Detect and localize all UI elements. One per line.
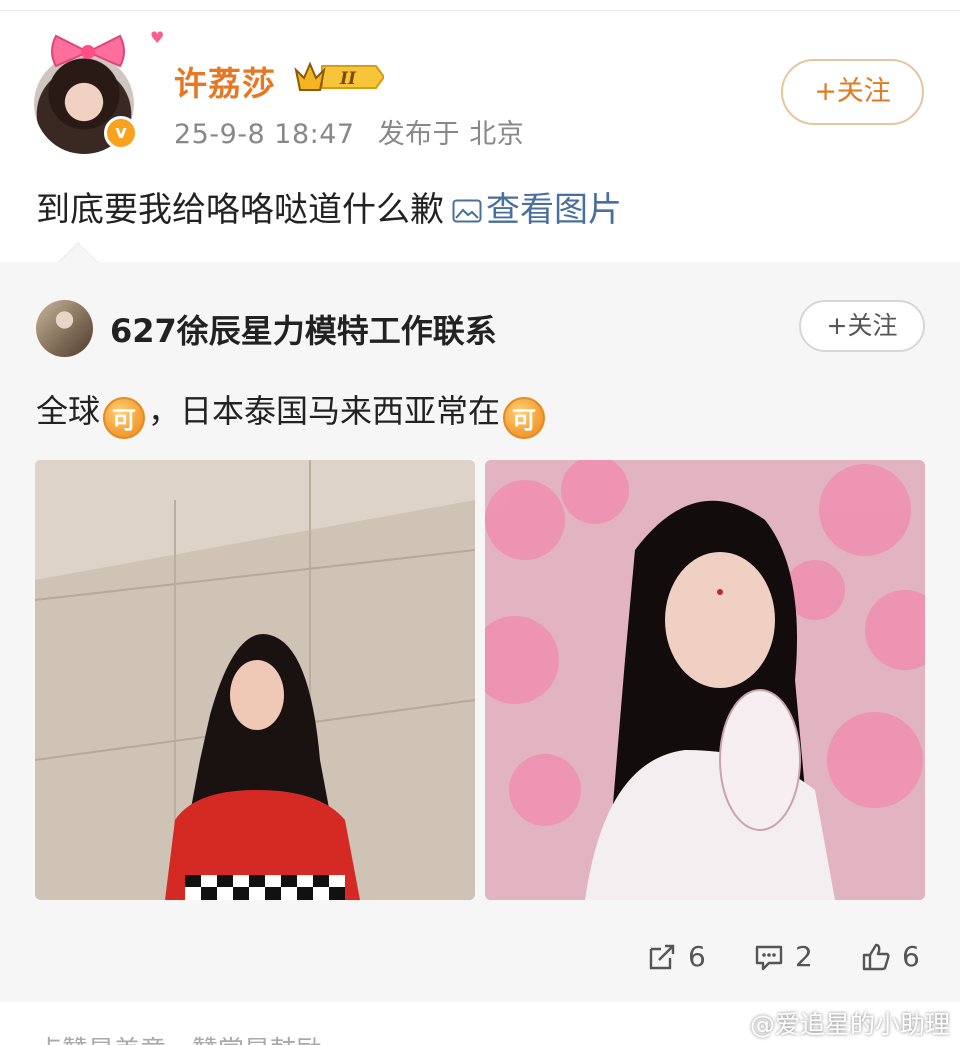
repost-card[interactable]: 627徐辰星力模特工作联系 +关注 全球可，日本泰国马来西亚常在可 6 2 6	[0, 242, 960, 1002]
repost-text-part1: 全球	[36, 392, 101, 430]
view-picture-link[interactable]: 查看图片	[486, 190, 622, 230]
top-divider	[0, 10, 960, 11]
emoji-ke-icon: 可	[503, 397, 546, 439]
footer-text: 点赞是美意，赞赏是鼓励	[36, 1030, 322, 1045]
repost-text-part2: ，日本泰国马来西亚常在	[148, 392, 501, 430]
comment-icon	[755, 945, 783, 970]
watermark: @爱追星的小助理	[712, 1005, 950, 1041]
share-icon	[649, 944, 675, 969]
weibo-logo-icon	[712, 1013, 745, 1037]
emoji-ke-icon: 可	[103, 397, 146, 439]
post-text: 到底要我给咯咯哒道什么歉 查看图片	[36, 182, 622, 231]
thumbs-up-icon	[862, 943, 890, 970]
like-count: 6	[902, 940, 920, 973]
share-action[interactable]: 6	[646, 940, 706, 973]
heart-icon: ♥	[150, 28, 165, 47]
photo-2[interactable]	[485, 460, 925, 900]
repost-notch	[58, 242, 98, 282]
picture-icon[interactable]	[452, 199, 482, 223]
like-action[interactable]: 6	[860, 940, 920, 973]
level-badge-icon: II	[294, 61, 384, 91]
location: 发布于 北京	[377, 119, 525, 150]
verified-badge-icon: v	[104, 116, 138, 150]
photo-1-image	[35, 460, 475, 900]
photo-2-image	[485, 460, 925, 900]
comment-action[interactable]: 2	[753, 940, 813, 973]
comment-count: 2	[795, 940, 813, 973]
watermark-text: @爱追星的小助理	[750, 1010, 951, 1039]
author-name[interactable]: 许荔莎	[174, 57, 276, 105]
follow-button[interactable]: +关注	[781, 59, 924, 125]
post-meta: 25-9-8 18:47 发布于 北京	[174, 112, 524, 151]
level-badge-text: II	[339, 69, 357, 89]
share-count: 6	[688, 940, 706, 973]
timestamp: 25-9-8 18:47	[174, 119, 355, 150]
post-body: 到底要我给咯咯哒道什么歉	[36, 190, 444, 230]
bow-decoration-icon	[51, 34, 125, 68]
photo-1[interactable]	[35, 460, 475, 900]
repost-text: 全球可，日本泰国马来西亚常在可	[36, 386, 548, 439]
repost-follow-button[interactable]: +关注	[799, 300, 925, 352]
repost-author-name[interactable]: 627徐辰星力模特工作联系	[110, 306, 497, 352]
repost-avatar[interactable]	[36, 300, 93, 357]
